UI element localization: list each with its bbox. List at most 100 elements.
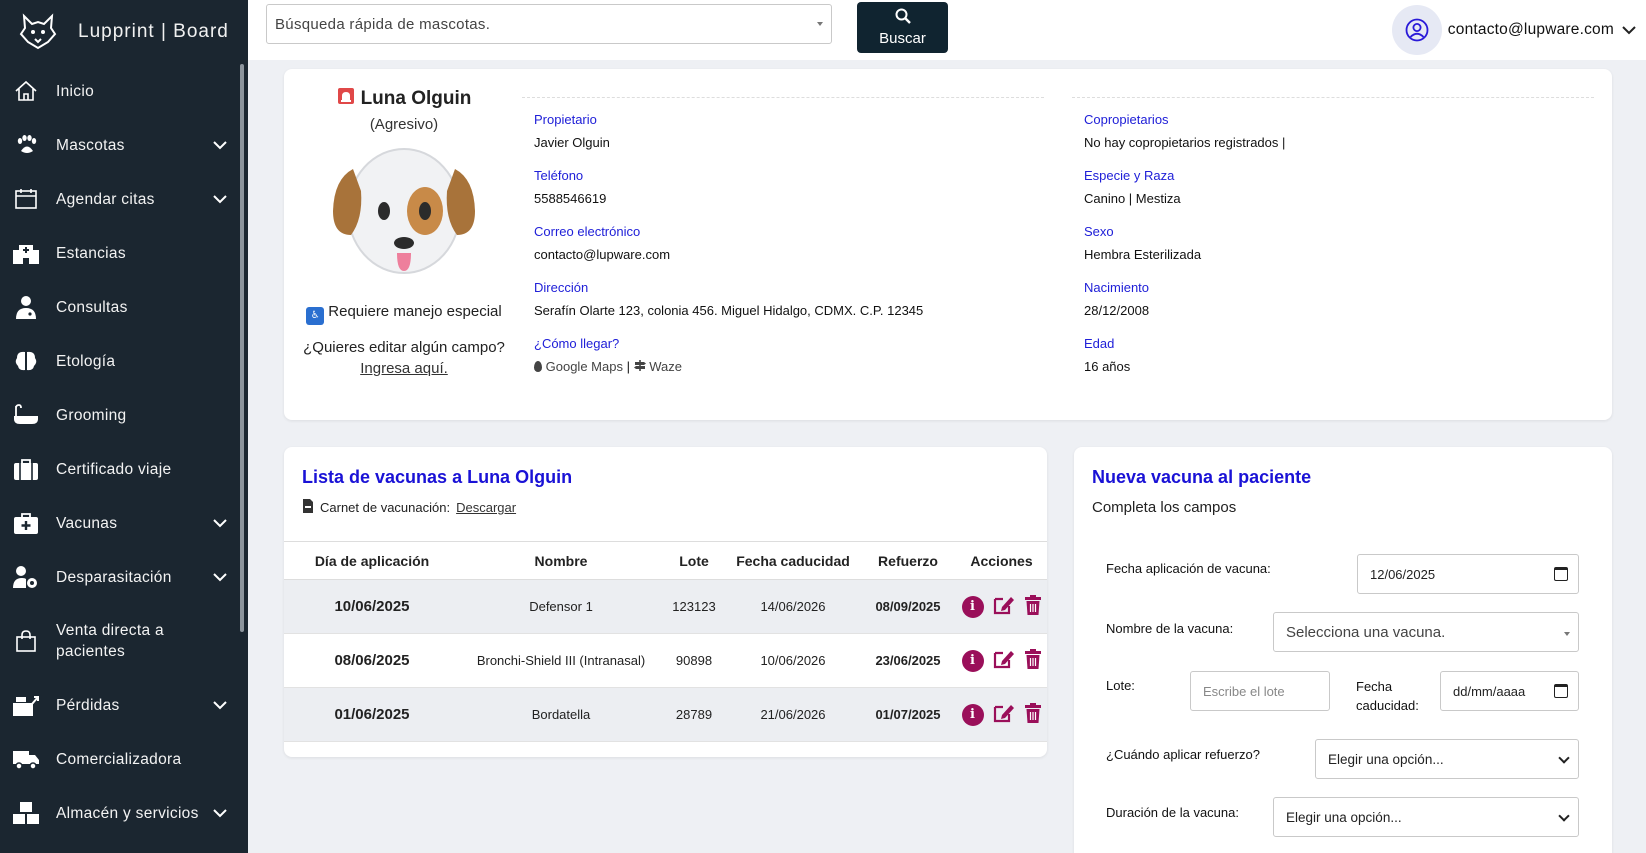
edit-hint-text: ¿Quieres editar algún campo? bbox=[303, 339, 505, 356]
vaccine-name-placeholder: Selecciona una vacuna. bbox=[1286, 623, 1446, 641]
sidebar-item-vacunas[interactable]: Vacunas bbox=[0, 496, 240, 550]
edit-icon[interactable] bbox=[993, 649, 1015, 672]
sidebar-item-inicio[interactable]: Inicio bbox=[0, 64, 240, 118]
calendar-icon[interactable] bbox=[1554, 567, 1568, 581]
sidebar-item-certificado-viaje[interactable]: Certificado viaje bbox=[0, 442, 240, 496]
sidebar-item-mascotas[interactable]: Mascotas bbox=[0, 118, 240, 172]
medkit-icon bbox=[12, 509, 40, 537]
field-label: Copropietarios bbox=[1084, 112, 1169, 127]
field-value: Hembra Esterilizada bbox=[1084, 247, 1202, 262]
sidebar-item-estancias[interactable]: Estancias bbox=[0, 226, 240, 280]
special-handling-text: Requiere manejo especial bbox=[328, 303, 502, 320]
alarm-siren-icon bbox=[337, 87, 355, 111]
sidebar-item-grooming[interactable]: Grooming bbox=[0, 388, 240, 442]
info-icon[interactable]: i bbox=[961, 649, 984, 672]
search-button[interactable]: Buscar bbox=[857, 2, 948, 53]
chevron-down-icon[interactable] bbox=[206, 518, 234, 528]
waze-link[interactable]: Waze bbox=[649, 359, 682, 374]
apply-date-input[interactable]: 12/06/2025 bbox=[1357, 554, 1579, 594]
trash-icon[interactable] bbox=[1024, 649, 1042, 672]
pet-name-row: Luna Olguin bbox=[284, 87, 524, 111]
chevron-down-icon[interactable] bbox=[206, 140, 234, 150]
cell-expiry: 21/06/2026 bbox=[726, 687, 860, 742]
caret-down-icon bbox=[1564, 632, 1570, 636]
cell-lot: 123123 bbox=[662, 579, 726, 634]
cell-lot: 28789 bbox=[662, 687, 726, 742]
lot-input[interactable]: Escribe el lote bbox=[1190, 671, 1330, 711]
trash-icon[interactable] bbox=[1024, 703, 1042, 726]
dog-face-icon bbox=[329, 139, 479, 283]
cell-date: 01/06/2025 bbox=[284, 687, 460, 742]
field-label: Nacimiento bbox=[1084, 280, 1150, 295]
user-menu[interactable]: contacto@lupware.com bbox=[1391, 0, 1646, 60]
column-header[interactable]: Refuerzo bbox=[860, 541, 956, 580]
chevron-down-icon[interactable] bbox=[206, 808, 234, 818]
vaccine-name-label: Nombre de la vacuna: bbox=[1106, 621, 1234, 636]
download-link[interactable]: Descargar bbox=[456, 500, 516, 515]
bath-icon bbox=[12, 401, 40, 429]
pet-search-select[interactable]: Búsqueda rápida de mascotas. bbox=[266, 4, 832, 44]
info-icon[interactable]: i bbox=[961, 595, 984, 618]
sidebar-item-venta-directa[interactable]: Venta directa a pacientes bbox=[0, 604, 240, 678]
cell-booster: 23/06/2025 bbox=[860, 633, 956, 688]
sidebar-item-label: Desparasitación bbox=[56, 568, 172, 586]
google-maps-link[interactable]: Google Maps bbox=[546, 359, 623, 374]
species-field: Especie y Raza Canino | Mestiza bbox=[1072, 168, 1594, 224]
cell-actions: i bbox=[956, 579, 1047, 634]
birth-field: Nacimiento 28/12/2008 bbox=[1072, 280, 1594, 336]
email-field: Correo electrónico contacto@lupware.com bbox=[522, 224, 1044, 280]
sex-field: Sexo Hembra Esterilizada bbox=[1072, 224, 1594, 280]
chevron-down-icon[interactable] bbox=[206, 700, 234, 710]
field-value: 16 años bbox=[1084, 359, 1131, 374]
field-label: Dirección bbox=[534, 280, 589, 295]
sidebar-scrollbar[interactable] bbox=[240, 64, 244, 632]
column-header[interactable]: Fecha caducidad bbox=[726, 541, 860, 580]
sidebar-item-consultas[interactable]: Consultas bbox=[0, 280, 240, 334]
sidebar-item-etologia[interactable]: Etología bbox=[0, 334, 240, 388]
field-label: Correo electrónico bbox=[534, 224, 641, 239]
vaccine-name-select[interactable]: Selecciona una vacuna. bbox=[1273, 612, 1579, 652]
edit-icon[interactable] bbox=[993, 703, 1015, 726]
table-row: 10/06/2025 Defensor 1 123123 14/06/2026 … bbox=[284, 579, 1047, 634]
sidebar-item-perdidas[interactable]: Pérdidas bbox=[0, 678, 240, 732]
column-header[interactable]: Lote bbox=[662, 541, 726, 580]
cell-expiry: 10/06/2026 bbox=[726, 633, 860, 688]
calendar-icon bbox=[12, 185, 40, 213]
trash-icon[interactable] bbox=[1024, 595, 1042, 618]
expiry-date-input[interactable]: dd/mm/aaaa bbox=[1440, 671, 1579, 711]
booster-select[interactable]: Elegir una opción... bbox=[1315, 739, 1579, 779]
table-row: 08/06/2025 Bronchi-Shield III (Intranasa… bbox=[284, 633, 1047, 688]
cell-name: Defensor 1 bbox=[460, 579, 662, 634]
sidebar-item-agendar-citas[interactable]: Agendar citas bbox=[0, 172, 240, 226]
duration-select[interactable]: Elegir una opción... bbox=[1273, 797, 1579, 837]
edit-icon[interactable] bbox=[993, 595, 1015, 618]
sidebar-item-desparasitacion[interactable]: Desparasitación bbox=[0, 550, 240, 604]
info-icon[interactable]: i bbox=[961, 703, 984, 726]
chevron-down-icon[interactable] bbox=[206, 194, 234, 204]
cell-lot: 90898 bbox=[662, 633, 726, 688]
calendar-icon[interactable] bbox=[1554, 684, 1568, 698]
brand[interactable]: Lupprint | Board bbox=[0, 0, 248, 64]
field-value: 5588546619 bbox=[534, 191, 607, 206]
home-icon bbox=[12, 77, 40, 105]
duration-label: Duración de la vacuna: bbox=[1106, 805, 1239, 820]
cell-expiry: 14/06/2026 bbox=[726, 579, 860, 634]
field-value: Canino | Mestiza bbox=[1084, 191, 1181, 206]
cell-name: Bordatella bbox=[460, 687, 662, 742]
column-header[interactable]: Día de aplicación bbox=[284, 541, 460, 580]
sidebar-item-label: Inicio bbox=[56, 82, 94, 100]
sidebar-item-label: Certificado viaje bbox=[56, 460, 172, 478]
wolf-logo-icon bbox=[16, 10, 60, 54]
sidebar-item-comercializadora[interactable]: Comercializadora bbox=[0, 732, 240, 786]
edit-link[interactable]: Ingresa aquí. bbox=[360, 360, 448, 377]
sidebar-item-almacen[interactable]: Almacén y servicios bbox=[0, 786, 240, 840]
cell-name: Bronchi-Shield III (Intranasal) bbox=[460, 633, 662, 688]
field-value: contacto@lupware.com bbox=[534, 247, 671, 262]
column-header[interactable]: Nombre bbox=[460, 541, 662, 580]
sidebar-nav: Inicio Mascotas Agendar citas Estancias … bbox=[0, 64, 240, 840]
chevron-down-icon[interactable] bbox=[206, 572, 234, 582]
apply-date-value: 12/06/2025 bbox=[1370, 566, 1436, 582]
sidebar-item-label: Consultas bbox=[56, 298, 128, 316]
edit-hint: ¿Quieres editar algún campo? Ingresa aqu… bbox=[284, 337, 524, 379]
boxes-icon bbox=[12, 799, 40, 827]
